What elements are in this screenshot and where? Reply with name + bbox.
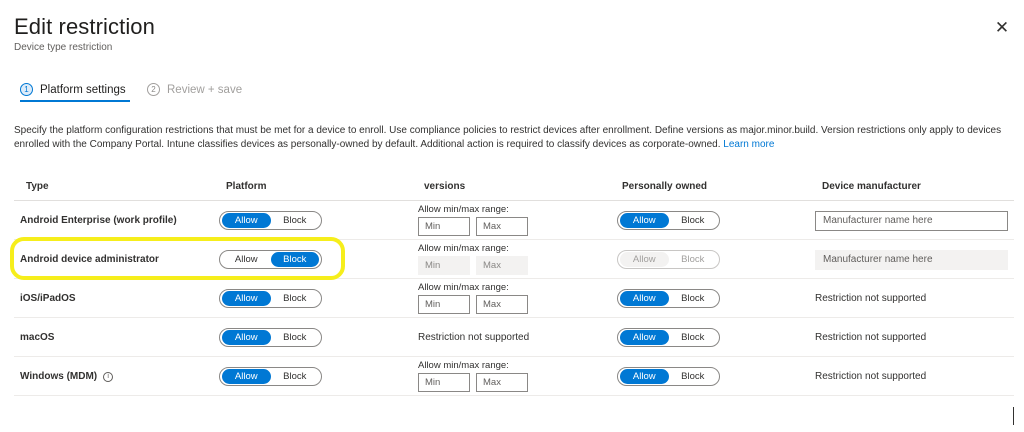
table-row: iOS/iPadOS Allow Block Allow min/max ran… [14,279,1014,318]
page-subtitle: Device type restriction [14,42,113,53]
owned-allow-option: Allow [620,252,669,267]
column-header-versions: versions [424,181,466,192]
learn-more-link[interactable]: Learn more [723,139,774,150]
platform-allow-option[interactable]: Allow [222,330,271,345]
max-version-input[interactable]: Max [476,373,528,392]
platform-block-option[interactable]: Block [270,252,319,267]
column-header-device-manufacturer: Device manufacturer [822,181,921,192]
platform-allow-option[interactable]: Allow [222,252,271,267]
version-range-label: Allow min/max range: [418,243,509,254]
manufacturer-not-supported: Restriction not supported [815,371,927,382]
version-range-label: Allow min/max range: [418,204,509,215]
step-number-2: 2 [147,83,160,96]
platform-toggle[interactable]: Allow Block [219,250,322,269]
versions-not-supported: Restriction not supported [418,332,530,343]
min-version-input[interactable]: Min [418,295,470,314]
platform-allow-option[interactable]: Allow [222,291,271,306]
platform-block-option[interactable]: Block [271,213,320,228]
table-row: Android Enterprise (work profile) Allow … [14,201,1014,240]
owned-allow-option[interactable]: Allow [620,369,669,384]
owned-block-option: Block [681,254,705,265]
platform-toggle[interactable]: Allow Block [219,289,322,308]
owned-allow-option[interactable]: Allow [620,330,669,345]
row-type: Windows (MDM) [20,371,98,382]
min-version-input: Min [418,256,470,275]
version-range-label: Allow min/max range: [418,282,509,293]
max-version-input: Max [476,256,528,275]
platform-block-option[interactable]: Block [271,291,320,306]
description-text: Specify the platform configuration restr… [14,125,1002,150]
manufacturer-not-supported: Restriction not supported [815,293,927,304]
step-review-save[interactable]: 2 Review + save [147,83,242,96]
version-range-label: Allow min/max range: [418,360,509,371]
personally-owned-toggle[interactable]: Allow Block [617,289,720,308]
row-type: macOS [20,332,55,343]
personally-owned-toggle[interactable]: Allow Block [617,367,720,386]
table-row: Windows (MDM) i Allow Block Allow min/ma… [14,357,1014,396]
min-version-input[interactable]: Min [418,217,470,236]
active-step-indicator [20,100,130,102]
platform-block-option[interactable]: Block [271,330,320,345]
platform-toggle[interactable]: Allow Block [219,211,322,230]
close-icon[interactable]: ✕ [992,18,1012,38]
owned-block-option[interactable]: Block [669,213,718,228]
owned-allow-option[interactable]: Allow [620,213,669,228]
platform-toggle[interactable]: Allow Block [219,367,322,386]
platform-toggle[interactable]: Allow Block [219,328,322,347]
page-title: Edit restriction [14,14,155,39]
personally-owned-toggle: Allow Block [617,250,720,269]
description: Specify the platform configuration restr… [14,124,1014,152]
manufacturer-not-supported: Restriction not supported [815,332,927,343]
max-version-input[interactable]: Max [476,217,528,236]
max-version-input[interactable]: Max [476,295,528,314]
step-label: Platform settings [40,83,126,96]
row-type: Android device administrator [20,254,159,265]
platform-allow-option[interactable]: Allow [222,369,271,384]
scrollbar-thumb[interactable] [1013,407,1014,425]
platform-block-option[interactable]: Block [271,369,320,384]
personally-owned-toggle[interactable]: Allow Block [617,328,720,347]
row-type: iOS/iPadOS [20,293,76,304]
manufacturer-input[interactable]: Manufacturer name here [815,211,1008,231]
step-platform-settings[interactable]: 1 Platform settings [20,83,126,96]
platform-allow-option[interactable]: Allow [222,213,271,228]
owned-block-option[interactable]: Block [669,369,718,384]
column-header-platform: Platform [226,181,267,192]
step-label: Review + save [167,83,243,96]
table-row: Android device administrator Allow Block… [14,240,1014,279]
personally-owned-toggle[interactable]: Allow Block [617,211,720,230]
step-number-1: 1 [20,83,33,96]
row-type: Android Enterprise (work profile) [20,215,177,226]
row-type-container: Windows (MDM) i [20,371,114,382]
owned-block-option[interactable]: Block [669,330,718,345]
column-header-personally-owned: Personally owned [622,181,708,192]
table-row: macOS Allow Block Restriction not suppor… [14,318,1014,357]
manufacturer-input: Manufacturer name here [815,250,1008,270]
info-icon[interactable]: i [103,371,114,382]
owned-block-option[interactable]: Block [669,291,718,306]
min-version-input[interactable]: Min [418,373,470,392]
column-header-type: Type [26,181,49,192]
owned-allow-option[interactable]: Allow [620,291,669,306]
